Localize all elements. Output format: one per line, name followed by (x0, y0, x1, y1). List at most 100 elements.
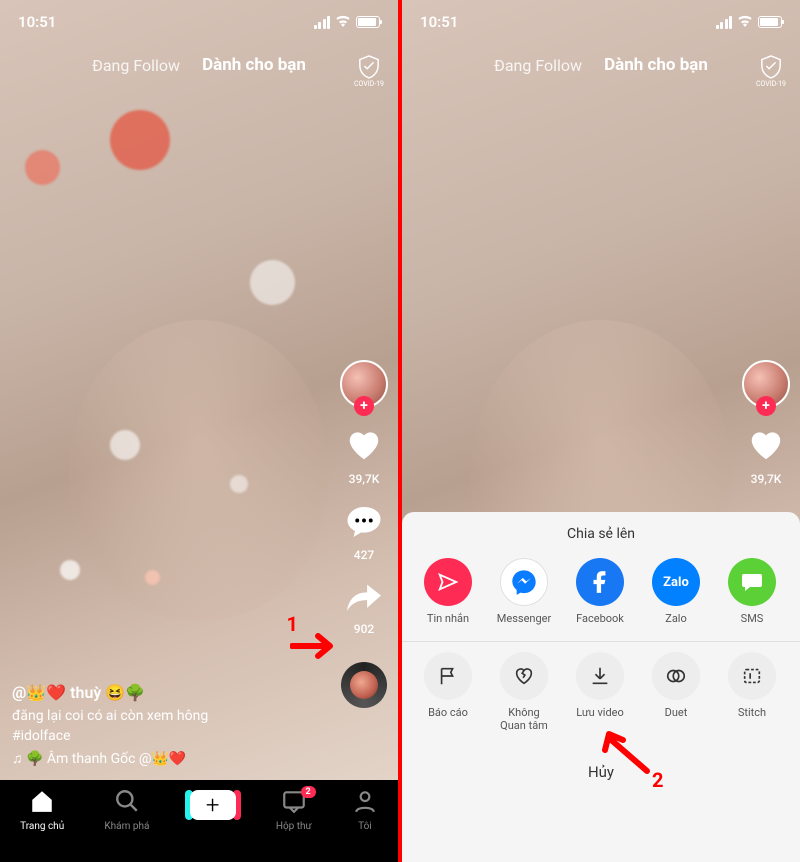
covid-badge[interactable]: COVID-19 (756, 55, 786, 88)
wifi-icon (335, 13, 351, 31)
follow-plus-icon[interactable]: + (756, 396, 776, 416)
action-label: Không Quan tâm (500, 706, 548, 732)
video-hashtag[interactable]: #idolface (12, 728, 318, 744)
share-tinnhan[interactable]: Tin nhắn (410, 558, 486, 625)
inbox-badge: 2 (301, 786, 316, 798)
video-caption: đăng lại coi có ai còn xem hông (12, 708, 318, 724)
battery-icon (356, 16, 380, 28)
action-label: Báo cáo (428, 706, 468, 719)
heart-icon (345, 426, 383, 468)
share-label: Facebook (576, 612, 624, 625)
action-more[interactable]: R (790, 652, 800, 732)
action-report[interactable]: Báo cáo (410, 652, 486, 732)
cellular-icon (314, 16, 331, 29)
tab-for-you[interactable]: Dành cho bạn (604, 55, 708, 75)
sound-label[interactable]: ♫ 🌳 Âm thanh Gốc @👑❤️ (12, 750, 318, 767)
share-label: Tin nhắn (427, 612, 469, 625)
action-stitch[interactable]: Stitch (714, 652, 790, 732)
screen-left: 10:51 Đang Follow Dành cho bạn COVID-19 … (0, 0, 398, 862)
annotation-arrow-1-icon (290, 632, 340, 664)
messenger-icon (500, 558, 548, 606)
tab-for-you[interactable]: Dành cho bạn (202, 55, 306, 75)
duet-icon (652, 652, 700, 700)
share-sheet-title: Chia sẻ lên (402, 512, 800, 552)
status-bar: 10:51 (402, 0, 800, 44)
profile-icon (352, 788, 378, 818)
creator-avatar[interactable]: + (742, 360, 790, 408)
shield-icon (358, 55, 380, 79)
status-indicators (314, 13, 381, 31)
nav-profile[interactable]: Tôi (352, 788, 378, 832)
broken-heart-icon (500, 652, 548, 700)
action-save-video[interactable]: Lưu video (562, 652, 638, 732)
home-icon (29, 788, 55, 818)
bokeh-dot (110, 110, 170, 170)
share-icon (345, 580, 383, 618)
nav-inbox[interactable]: 2 Hộp thư (276, 788, 312, 832)
share-label: SMS (741, 612, 764, 625)
send-icon (424, 558, 472, 606)
stitch-icon (728, 652, 776, 700)
nav-inbox-label: Hộp thư (276, 821, 312, 832)
bottom-nav: Trang chủ Khám phá + 2 Hộp thư Tôi (0, 780, 398, 862)
action-not-interested[interactable]: Không Quan tâm (486, 652, 562, 732)
action-rail: + 39,7K 427 902 (340, 360, 388, 708)
comment-button[interactable]: 427 (346, 504, 382, 562)
status-bar: 10:51 (0, 0, 398, 44)
share-label: Zalo (665, 612, 687, 625)
feed-tabs: Đang Follow Dành cho bạn (402, 55, 800, 75)
feed-tabs: Đang Follow Dành cho bạn (0, 55, 398, 75)
share-sheet: Chia sẻ lên Tin nhắn Messenger Facebook … (402, 512, 800, 862)
nav-create[interactable]: + (190, 788, 236, 820)
bokeh-dot (25, 150, 60, 185)
action-label: Stitch (738, 706, 766, 719)
share-facebook[interactable]: Facebook (562, 558, 638, 625)
creator-avatar[interactable]: + (340, 360, 388, 408)
tab-following[interactable]: Đang Follow (494, 56, 582, 75)
video-face-placeholder (69, 320, 329, 620)
share-sms[interactable]: SMS (714, 558, 790, 625)
zalo-icon: Zalo (652, 558, 700, 606)
search-icon (114, 788, 140, 818)
share-button[interactable]: 902 (345, 580, 383, 636)
annotation-label-2: 2 (652, 768, 663, 792)
nav-profile-label: Tôi (358, 821, 372, 832)
action-rail: + 39,7K (742, 360, 790, 486)
sheet-separator (402, 641, 800, 642)
share-label: Messenger (497, 612, 551, 625)
action-label: Duet (665, 706, 688, 719)
bokeh-dot (250, 260, 295, 305)
like-button[interactable]: 39,7K (345, 426, 383, 486)
status-time: 10:51 (18, 13, 56, 31)
plus-icon: + (190, 790, 236, 820)
annotation-arrow-2-icon (597, 726, 657, 780)
like-button[interactable]: 39,7K (747, 426, 785, 486)
bokeh-dot (230, 475, 248, 493)
share-targets-row[interactable]: Tin nhắn Messenger Facebook Zalo Zalo SM… (402, 552, 800, 637)
tab-following[interactable]: Đang Follow (92, 56, 180, 75)
creator-handle[interactable]: @👑❤️ thuỳ 😆🌳 (12, 683, 318, 702)
covid-badge[interactable]: COVID-19 (354, 55, 384, 88)
share-copy-link[interactable]: Sao Liê (790, 558, 800, 625)
screen-right: 10:51 Đang Follow Dành cho bạn COVID-19 … (402, 0, 800, 862)
bokeh-dot (145, 570, 160, 585)
follow-plus-icon[interactable]: + (354, 396, 374, 416)
status-indicators (716, 13, 783, 31)
share-messenger[interactable]: Messenger (486, 558, 562, 625)
bokeh-dot (110, 430, 140, 460)
like-count: 39,7K (349, 472, 380, 486)
sms-icon (728, 558, 776, 606)
wifi-icon (737, 13, 753, 31)
flag-icon (424, 652, 472, 700)
share-count: 902 (354, 622, 374, 636)
sound-disc[interactable] (341, 662, 387, 708)
bokeh-dot (60, 560, 80, 580)
nav-home[interactable]: Trang chủ (20, 788, 64, 832)
nav-discover[interactable]: Khám phá (104, 788, 149, 832)
sound-disc-cover (350, 671, 378, 699)
comment-icon (346, 504, 382, 544)
share-zalo[interactable]: Zalo Zalo (638, 558, 714, 625)
shield-icon (760, 55, 782, 79)
nav-home-label: Trang chủ (20, 821, 64, 832)
action-duet[interactable]: Duet (638, 652, 714, 732)
